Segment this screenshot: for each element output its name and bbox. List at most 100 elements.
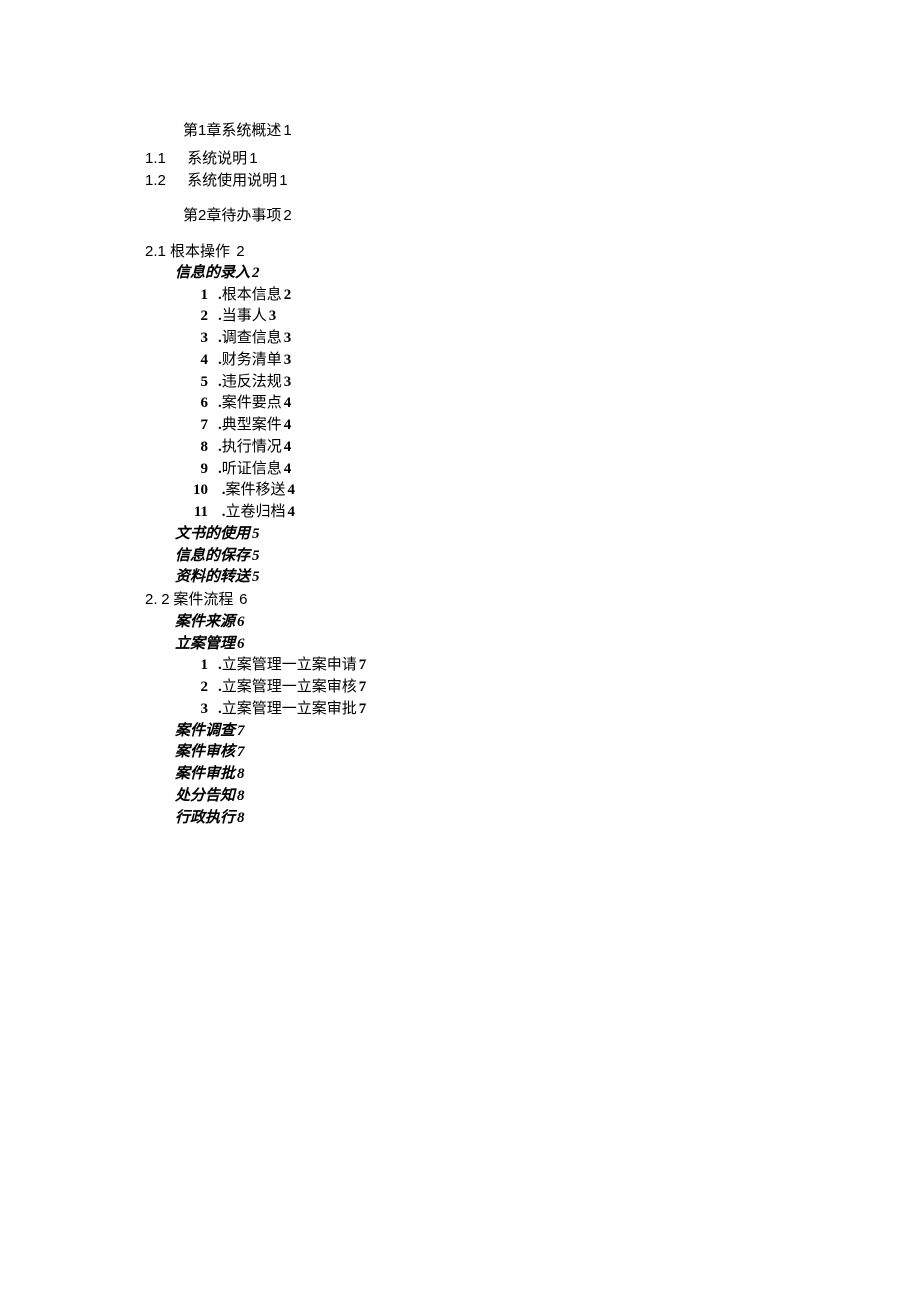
e6-label: 案件要点 [222,395,282,411]
chapter-1-heading: 第1章系统概述1 [145,120,920,142]
section-1-2: 1.2 系统使用说明1 [145,170,920,192]
e6-n: 6 [180,393,208,415]
s1-2-label: 系统使用说明 [187,172,277,189]
s2-1-num: 2.1 [145,243,166,260]
e3-n: 3 [180,328,208,350]
info-entry-label: 信息的录入 [175,265,250,281]
e10-n: 10 [180,480,208,502]
e5-label: 违反法规 [222,374,282,390]
e10-label: 案件移送 [226,482,286,498]
sub-info-save: 信息的保存5 [145,546,920,568]
e9-page: 4 [284,461,292,477]
m3-n: 3 [180,699,208,721]
section-2-1: 2.1 根本操作 2 [145,241,920,263]
s1-2-page: 1 [279,172,287,189]
case-mgmt-label: 立案管理 [175,636,235,652]
e11-page: 4 [288,504,296,520]
data-send-label: 资料的转送 [175,569,250,585]
e11-label: 立卷归档 [226,504,286,520]
sub-doc-use: 文书的使用5 [145,524,920,546]
m3-label: 立案管理一立案审批 [222,701,357,717]
toc-page: 第1章系统概述1 1.1 系统说明1 1.2 系统使用说明1 第2章待办事项2 … [0,0,920,829]
s1-1-label: 系统说明 [187,150,247,167]
case-approv-page: 8 [237,766,245,782]
sub-data-send: 资料的转送5 [145,567,920,589]
s1-1-page: 1 [249,150,257,167]
e1-page: 2 [284,287,292,303]
admin-exec-label: 行政执行 [175,810,235,826]
case-mgmt-page: 6 [237,636,245,652]
sub-admin-exec: 行政执行8 [145,808,920,830]
info-save-page: 5 [252,548,260,564]
s2-2-label: 案件流程 [173,591,233,608]
e7-n: 7 [180,415,208,437]
e8-label: 执行情况 [222,439,282,455]
s2-2-page: 6 [239,591,247,608]
s2-1-label: 根本操作 [170,243,230,260]
ch2-pre: 第 [183,207,198,224]
e1-n: 1 [180,285,208,307]
s2-1-page: 2 [236,243,244,260]
sub-case-approv: 案件审批8 [145,764,920,786]
info-save-label: 信息的保存 [175,548,250,564]
m2-n: 2 [180,677,208,699]
case-review-page: 7 [237,744,245,760]
e5-n: 5 [180,372,208,394]
sub-info-entry: 信息的录入2 [145,263,920,285]
e8-page: 4 [284,439,292,455]
s2-2-num-b: 2 [161,591,169,608]
sub-case-mgmt: 立案管理6 [145,634,920,656]
entry-8: 8.执行情况4 [145,437,920,459]
doc-use-label: 文书的使用 [175,526,250,542]
entry-10: 10 .案件移送4 [145,480,920,502]
e5-page: 3 [284,374,292,390]
mgmt-2: 2.立案管理一立案审核7 [145,677,920,699]
e7-label: 典型案件 [222,417,282,433]
ch1-post: 章系统概述 [206,122,281,139]
e10-page: 4 [288,482,296,498]
e3-label: 调查信息 [222,330,282,346]
penalty-label: 处分告知 [175,788,235,804]
e2-page: 3 [269,308,277,324]
entry-4: 4.财务清单3 [145,350,920,372]
ch2-post: 章待办事项 [206,207,281,224]
section-1-1: 1.1 系统说明1 [145,148,920,170]
mgmt-3: 3.立案管理一立案审批7 [145,699,920,721]
m3-page: 7 [359,701,367,717]
entry-11: 11 .立卷归档4 [145,502,920,524]
s1-1-num: 1.1 [145,148,183,170]
e4-page: 3 [284,352,292,368]
e3-page: 3 [284,330,292,346]
ch1-page: 1 [283,122,291,139]
m1-page: 7 [359,657,367,673]
m1-label: 立案管理一立案申请 [222,657,357,673]
e11-n: 11 [180,502,208,524]
data-send-page: 5 [252,569,260,585]
penalty-page: 8 [237,788,245,804]
doc-use-page: 5 [252,526,260,542]
e8-n: 8 [180,437,208,459]
case-review-label: 案件审核 [175,744,235,760]
e2-label: 当事人 [222,308,267,324]
sub-case-src: 案件来源6 [145,612,920,634]
entry-3: 3.调查信息3 [145,328,920,350]
section-2-2: 2. 2 案件流程 6 [145,589,920,612]
sub-case-review: 案件审核7 [145,742,920,764]
e4-n: 4 [180,350,208,372]
entry-1: 1.根本信息2 [145,285,920,307]
e9-n: 9 [180,459,208,481]
entry-2: 2.当事人3 [145,306,920,328]
sub-penalty: 处分告知8 [145,786,920,808]
entry-6: 6.案件要点4 [145,393,920,415]
sub-case-inv: 案件调查7 [145,721,920,743]
entry-5: 5.违反法规3 [145,372,920,394]
m1-n: 1 [180,655,208,677]
entry-7: 7.典型案件4 [145,415,920,437]
info-entry-page: 2 [252,265,260,281]
e4-label: 财务清单 [222,352,282,368]
e2-n: 2 [180,306,208,328]
chapter-2-heading: 第2章待办事项2 [145,205,920,227]
s1-2-num: 1.2 [145,170,183,192]
e9-label: 听证信息 [222,461,282,477]
case-src-page: 6 [237,614,245,630]
